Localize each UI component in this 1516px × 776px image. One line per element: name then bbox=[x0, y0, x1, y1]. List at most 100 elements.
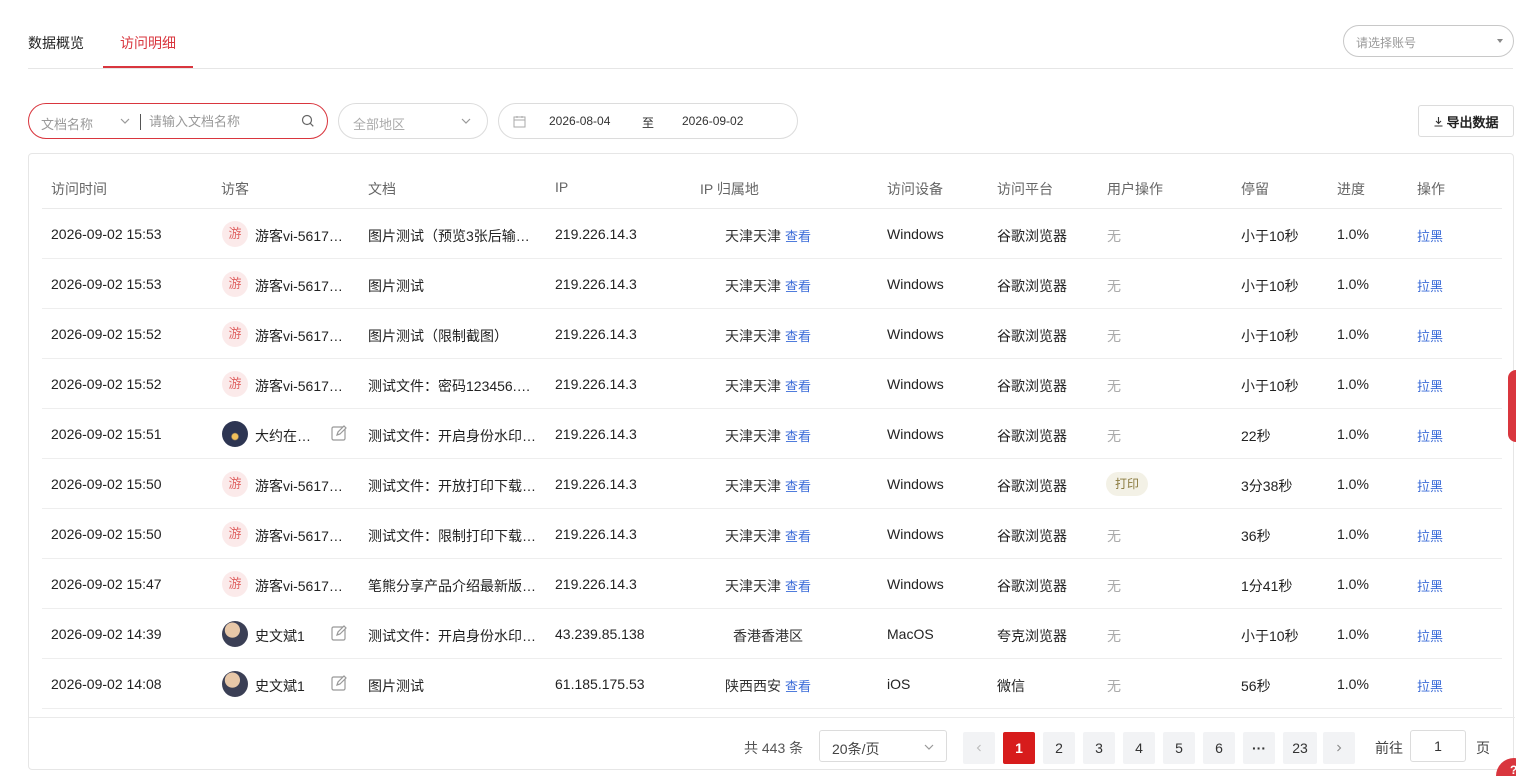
view-location-link[interactable]: 查看 bbox=[785, 479, 811, 494]
user-action: 无 bbox=[1107, 528, 1121, 544]
visit-time: 2026-09-02 15:53 bbox=[51, 226, 162, 242]
visitor-name: 游客vi-5617… bbox=[255, 278, 343, 294]
stay-duration: 小于10秒 bbox=[1241, 328, 1299, 344]
visitor-name: 史文斌1 bbox=[255, 628, 305, 644]
blacklist-link[interactable]: 拉黑 bbox=[1417, 426, 1443, 445]
view-location-link[interactable]: 查看 bbox=[785, 329, 811, 344]
page-button[interactable]: 2 bbox=[1043, 732, 1075, 764]
ip-location-text: 天津天津 bbox=[724, 478, 781, 494]
edit-icon[interactable] bbox=[330, 674, 348, 692]
page-button[interactable]: 6 bbox=[1203, 732, 1235, 764]
blacklist-link[interactable]: 拉黑 bbox=[1417, 326, 1443, 345]
platform: 谷歌浏览器 bbox=[997, 328, 1067, 344]
document-name[interactable]: 测试文件：密码123456.… bbox=[368, 376, 531, 396]
table-row: 2026-09-02 14:39 史文斌1 测试文件：开启身份水印… 43.239.8… bbox=[42, 609, 1502, 659]
visitor-name: 史文斌1 bbox=[255, 678, 305, 694]
blacklist-link[interactable]: 拉黑 bbox=[1417, 476, 1443, 495]
document-name[interactable]: 图片测试 bbox=[368, 276, 424, 296]
tab-visit-detail[interactable]: 访问明细 bbox=[120, 33, 176, 53]
page-button[interactable]: 3 bbox=[1083, 732, 1115, 764]
progress: 1.0% bbox=[1337, 526, 1369, 542]
date-end[interactable]: 2026-09-02 bbox=[682, 114, 743, 128]
col-stay: 停留 bbox=[1241, 181, 1269, 197]
blacklist-link[interactable]: 拉黑 bbox=[1417, 226, 1443, 245]
next-page-button[interactable] bbox=[1323, 732, 1355, 764]
edit-icon[interactable] bbox=[330, 424, 348, 442]
device: Windows bbox=[887, 326, 944, 342]
prev-page-button[interactable] bbox=[963, 732, 995, 764]
progress: 1.0% bbox=[1337, 326, 1369, 342]
view-location-link[interactable]: 查看 bbox=[785, 679, 811, 694]
goto-page-input[interactable] bbox=[1410, 730, 1466, 762]
visitor-name: 大约在… bbox=[255, 428, 311, 444]
visitor-name: 游客vi-5617… bbox=[255, 528, 343, 544]
page-button[interactable]: 1 bbox=[1003, 732, 1035, 764]
page-button[interactable]: 5 bbox=[1163, 732, 1195, 764]
progress: 1.0% bbox=[1337, 676, 1369, 692]
document-name[interactable]: 测试文件：开启身份水印… bbox=[368, 626, 536, 646]
doc-filter-type-select[interactable]: 文档名称 bbox=[41, 114, 93, 133]
blacklist-link[interactable]: 拉黑 bbox=[1417, 626, 1443, 645]
device: Windows bbox=[887, 476, 944, 492]
tab-overview[interactable]: 数据概览 bbox=[28, 33, 84, 53]
search-icon[interactable] bbox=[301, 114, 315, 128]
date-start[interactable]: 2026-08-04 bbox=[549, 114, 610, 128]
blacklist-link[interactable]: 拉黑 bbox=[1417, 576, 1443, 595]
stay-duration: 小于10秒 bbox=[1241, 378, 1299, 394]
goto-suffix: 页 bbox=[1476, 740, 1490, 756]
document-name[interactable]: 测试文件：限制打印下载… bbox=[368, 526, 536, 546]
visit-time: 2026-09-02 15:50 bbox=[51, 476, 162, 492]
view-location-link[interactable]: 查看 bbox=[785, 429, 811, 444]
document-name[interactable]: 测试文件：开启身份水印… bbox=[368, 426, 536, 446]
device: Windows bbox=[887, 576, 944, 592]
document-name[interactable]: 图片测试（限制截图） bbox=[368, 326, 508, 346]
ip-location-text: 天津天津 bbox=[724, 328, 781, 344]
active-tab-indicator bbox=[103, 66, 193, 68]
side-feedback-tab[interactable] bbox=[1508, 370, 1516, 442]
view-location-link[interactable]: 查看 bbox=[785, 379, 811, 394]
blacklist-link[interactable]: 拉黑 bbox=[1417, 526, 1443, 545]
platform: 谷歌浏览器 bbox=[997, 478, 1067, 494]
edit-icon[interactable] bbox=[330, 624, 348, 642]
document-name[interactable]: 图片测试 bbox=[368, 676, 424, 696]
stay-duration: 22秒 bbox=[1241, 428, 1271, 444]
account-select[interactable]: 请选择账号 bbox=[1343, 25, 1514, 57]
page-button[interactable]: 23 bbox=[1283, 732, 1317, 764]
view-location-link[interactable]: 查看 bbox=[785, 279, 811, 294]
ip-address: 219.226.14.3 bbox=[555, 426, 637, 442]
document-name-input[interactable] bbox=[149, 111, 299, 131]
document-search-filter: 文档名称 bbox=[28, 103, 328, 139]
platform: 谷歌浏览器 bbox=[997, 228, 1067, 244]
guest-avatar: 游 bbox=[222, 221, 248, 247]
page-button[interactable]: 4 bbox=[1123, 732, 1155, 764]
table-row: 2026-09-02 15:53 游游客vi-5617… 图片测试（预览3张后输… 2… bbox=[42, 209, 1502, 259]
device: iOS bbox=[887, 676, 911, 692]
document-name[interactable]: 测试文件：开放打印下载… bbox=[368, 476, 536, 496]
col-visit-time: 访问时间 bbox=[51, 181, 107, 197]
ip-address: 61.185.175.53 bbox=[555, 676, 645, 692]
col-platform: 访问平台 bbox=[997, 181, 1053, 197]
platform: 夸克浏览器 bbox=[997, 628, 1067, 644]
date-range-picker[interactable]: 2026-08-04 至 2026-09-02 bbox=[498, 103, 798, 139]
view-location-link[interactable]: 查看 bbox=[785, 229, 811, 244]
region-select[interactable]: 全部地区 bbox=[338, 103, 488, 139]
user-action: 无 bbox=[1107, 328, 1121, 344]
blacklist-link[interactable]: 拉黑 bbox=[1417, 676, 1443, 695]
more-pages-button[interactable]: ··· bbox=[1243, 732, 1275, 764]
ip-location: 天津天津 查看 bbox=[708, 526, 828, 546]
ip-location-text: 天津天津 bbox=[724, 528, 781, 544]
col-operation: 操作 bbox=[1417, 181, 1445, 197]
view-location-link[interactable]: 查看 bbox=[785, 579, 811, 594]
user-action: 无 bbox=[1107, 278, 1121, 294]
document-name[interactable]: 笔熊分享产品介绍最新版… bbox=[368, 576, 536, 596]
page-size-select[interactable]: 20条/页 bbox=[819, 730, 947, 762]
export-data-button[interactable]: 导出数据 bbox=[1418, 105, 1514, 137]
avatar bbox=[222, 421, 248, 447]
document-name[interactable]: 图片测试（预览3张后输… bbox=[368, 226, 530, 246]
table-row: 2026-09-02 15:50 游游客vi-5617… 测试文件：限制打印下载… 2… bbox=[42, 509, 1502, 559]
blacklist-link[interactable]: 拉黑 bbox=[1417, 276, 1443, 295]
blacklist-link[interactable]: 拉黑 bbox=[1417, 376, 1443, 395]
ip-address: 219.226.14.3 bbox=[555, 526, 637, 542]
view-location-link[interactable]: 查看 bbox=[785, 529, 811, 544]
progress: 1.0% bbox=[1337, 376, 1369, 392]
